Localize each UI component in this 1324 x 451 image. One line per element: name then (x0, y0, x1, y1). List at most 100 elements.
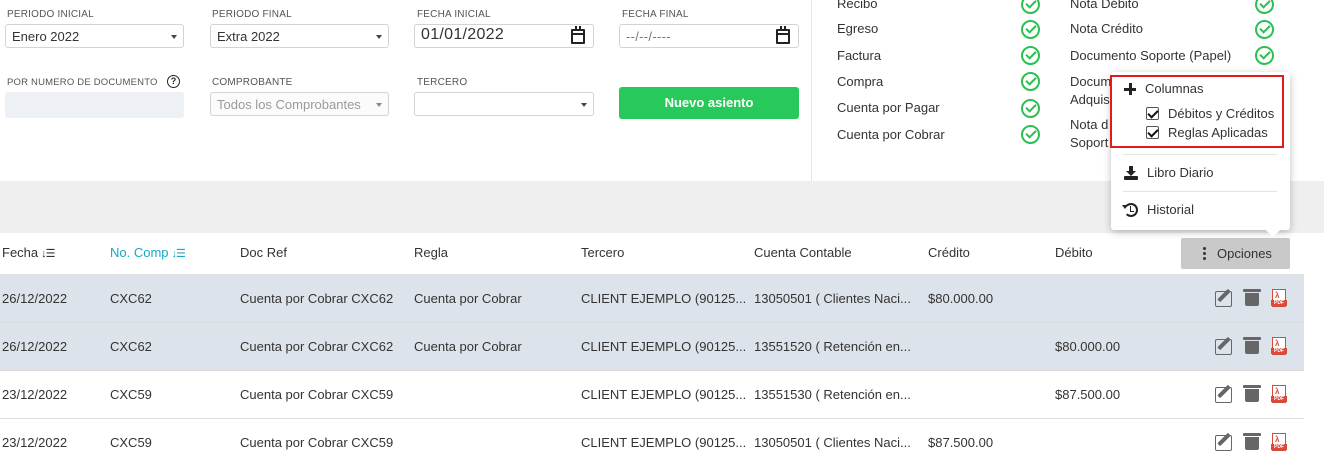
fecha-inicial-label: FECHA INICIAL (417, 9, 491, 20)
check-circle-icon (1255, 46, 1274, 65)
cell-doc-ref: Cuenta por Cobrar CXC59 (240, 387, 394, 402)
history-icon (1122, 203, 1138, 217)
periodo-final-label: PERIODO FINAL (212, 9, 292, 20)
periodo-inicial-label: PERIODO INICIAL (7, 9, 94, 20)
comprobante-placeholder: Todos los Comprobantes (217, 97, 361, 112)
col-regla: Regla (414, 245, 448, 260)
pdf-icon[interactable]: λ PDF (1271, 433, 1287, 451)
cell-doc-ref: Cuenta por Cobrar CXC59 (240, 435, 394, 450)
menu-divider (1123, 191, 1277, 192)
trash-icon[interactable] (1243, 337, 1261, 354)
col-no-comp[interactable]: No. Comp ↓☰ (110, 245, 186, 260)
sort-icon[interactable]: ↓☰ (172, 247, 186, 260)
pdf-icon[interactable]: λ PDF (1271, 385, 1287, 403)
opciones-label: Opciones (1217, 246, 1272, 261)
cell-credito: $87.500.00 (928, 435, 994, 450)
cell-tercero: CLIENT EJEMPLO (90125... (581, 339, 747, 354)
tercero-label: TERCERO (417, 77, 468, 88)
doc-type-nota-debito: Nota Débito (1070, 0, 1139, 11)
trash-icon[interactable] (1243, 433, 1261, 450)
cell-comp: CXC62 (110, 339, 152, 354)
edit-icon[interactable] (1215, 385, 1233, 403)
cell-fecha: 23/12/2022 (2, 435, 68, 450)
cell-regla: Cuenta por Cobrar (414, 339, 522, 354)
cell-doc-ref: Cuenta por Cobrar CXC62 (240, 339, 394, 354)
table-row[interactable]: 23/12/2022 CXC59 Cuenta por Cobrar CXC59… (0, 371, 1304, 419)
nuevo-asiento-button[interactable]: Nuevo asiento (619, 87, 799, 119)
pdf-icon[interactable]: λ PDF (1271, 337, 1287, 355)
doc-type-adquis: Adquis (1070, 92, 1110, 107)
doc-type-nota-d: Nota d (1070, 117, 1109, 132)
cell-comp: CXC59 (110, 435, 152, 450)
calendar-icon[interactable] (776, 26, 790, 44)
cell-cuenta: 13050501 ( Clientes Naci... (754, 435, 911, 450)
fecha-final-label: FECHA FINAL (622, 9, 689, 20)
cell-regla: Cuenta por Cobrar (414, 291, 522, 306)
cell-cuenta: 13551520 ( Retención en... (754, 339, 911, 354)
chevron-down-icon (171, 35, 177, 39)
periodo-inicial-value: Enero 2022 (12, 29, 80, 44)
doc-type-recibo: Recibo (837, 0, 878, 11)
cell-comp: CXC62 (110, 291, 152, 306)
doc-type-docum: Docum (1070, 74, 1112, 89)
cell-tercero: CLIENT EJEMPLO (90125... (581, 435, 747, 450)
table-row[interactable]: 26/12/2022 CXC62 Cuenta por Cobrar CXC62… (0, 275, 1304, 323)
doc-type-soport: Soport (1070, 135, 1109, 150)
periodo-final-select[interactable]: Extra 2022 (210, 24, 389, 48)
col-credito: Crédito (928, 245, 970, 260)
table-row[interactable]: 26/12/2022 CXC62 Cuenta por Cobrar CXC62… (0, 323, 1304, 371)
kebab-icon (1203, 247, 1206, 260)
numero-documento-label: POR NUMERO DE DOCUMENTO (7, 77, 158, 88)
menu-libro-diario[interactable]: Libro Diario (1147, 165, 1213, 180)
edit-icon[interactable] (1215, 289, 1233, 307)
periodo-inicial-select[interactable]: Enero 2022 (5, 24, 184, 48)
tercero-select[interactable] (414, 92, 594, 116)
check-circle-icon (1255, 20, 1274, 39)
col-no-comp-label: No. Comp (110, 245, 169, 260)
doc-type-factura: Factura (837, 48, 882, 63)
highlight-box (1110, 75, 1284, 148)
check-circle-icon (1021, 20, 1040, 39)
fecha-inicial-value: 01/01/2022 (421, 26, 505, 43)
cell-cuenta: 13551530 ( Retención en... (754, 387, 911, 402)
download-icon (1124, 166, 1138, 180)
col-doc-ref: Doc Ref (240, 245, 287, 260)
divider (811, 0, 812, 181)
sort-icon[interactable]: ↓☰ (41, 247, 55, 260)
check-circle-icon (1021, 0, 1040, 14)
table-row[interactable]: 23/12/2022 CXC59 Cuenta por Cobrar CXC59… (0, 419, 1304, 451)
fecha-inicial-input[interactable]: 01/01/2022 (414, 24, 594, 48)
menu-historial[interactable]: Historial (1147, 202, 1194, 217)
pdf-icon[interactable]: λ PDF (1271, 289, 1287, 307)
cell-comp: CXC59 (110, 387, 152, 402)
opciones-button[interactable]: Opciones (1181, 238, 1290, 269)
doc-type-cuenta-por-pagar: Cuenta por Pagar (837, 100, 940, 115)
calendar-icon[interactable] (571, 26, 585, 44)
edit-icon[interactable] (1215, 433, 1233, 451)
table-header: Fecha ↓☰ No. Comp ↓☰ Doc Ref Regla Tercero… (0, 233, 1304, 275)
check-circle-icon (1255, 0, 1274, 14)
col-fecha[interactable]: Fecha ↓☰ (2, 245, 56, 260)
chevron-down-icon (376, 103, 382, 107)
col-cuenta-contable: Cuenta Contable (754, 245, 852, 260)
doc-type-documento-soporte: Documento Soporte (Papel) (1070, 48, 1232, 63)
menu-divider (1123, 154, 1277, 155)
edit-icon[interactable] (1215, 337, 1233, 355)
trash-icon[interactable] (1243, 289, 1261, 306)
cell-debito: $87.500.00 (1055, 387, 1121, 402)
check-circle-icon (1021, 72, 1040, 91)
cell-fecha: 23/12/2022 (2, 387, 68, 402)
cell-fecha: 26/12/2022 (2, 291, 68, 306)
fecha-final-input[interactable]: --/--/---- (619, 24, 799, 48)
comprobante-select[interactable]: Todos los Comprobantes (210, 92, 389, 116)
help-icon[interactable]: ? (167, 75, 180, 88)
cell-fecha: 26/12/2022 (2, 339, 68, 354)
chevron-down-icon (376, 35, 382, 39)
trash-icon[interactable] (1243, 385, 1261, 402)
cell-tercero: CLIENT EJEMPLO (90125... (581, 291, 747, 306)
numero-documento-input[interactable] (5, 92, 184, 118)
fecha-final-value: --/--/---- (626, 29, 671, 44)
doc-type-egreso: Egreso (837, 21, 879, 36)
check-circle-icon (1021, 46, 1040, 65)
cell-doc-ref: Cuenta por Cobrar CXC62 (240, 291, 394, 306)
